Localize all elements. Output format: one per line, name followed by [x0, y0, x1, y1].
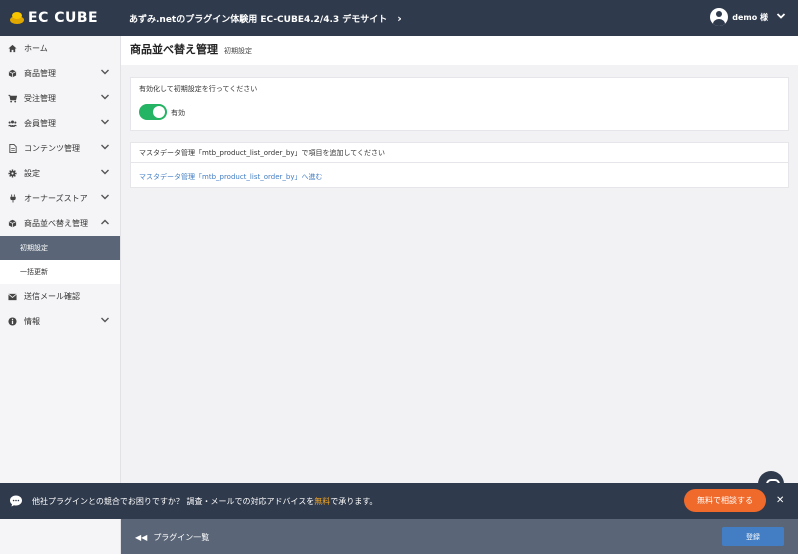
sidebar-item-info[interactable]: 情報 [0, 309, 120, 334]
sidebar-item-home[interactable]: ホーム [0, 36, 120, 61]
sidebar-item-label: 情報 [24, 317, 40, 326]
sidebar: ホーム 商品管理 受注管理 会員管理 コンテンツ管理 設定 オーナーズストア 商… [0, 36, 121, 554]
sidebar-subitem-bulk-update[interactable]: 一括更新 [0, 260, 120, 284]
sidebar-item-owners-store[interactable]: オーナーズストア [0, 186, 120, 211]
sidebar-item-label: ホーム [24, 44, 48, 53]
logo-text: EC CUBE [28, 10, 99, 26]
sidebar-item-label: 受注管理 [24, 94, 56, 103]
chevron-down-icon [100, 315, 110, 325]
chat-bubble-icon [9, 494, 23, 508]
page-title: 商品並べ替え管理 [130, 43, 218, 56]
sidebar-item-label: 送信メール確認 [24, 292, 80, 301]
user-avatar-icon [710, 8, 729, 26]
site-title-link[interactable]: あずみ.netのプラグイン体験用 EC-CUBE4.2/4.3 デモサイト [129, 12, 387, 25]
page-header: 商品並べ替え管理 初期設定 [121, 36, 798, 65]
double-arrow-left-icon: ◀◀ [135, 533, 148, 542]
init-instruction-label: 有効化して初期設定を行ってください [139, 85, 258, 93]
sidebar-item-contents[interactable]: コンテンツ管理 [0, 136, 120, 161]
sidebar-item-settings[interactable]: 設定 [0, 161, 120, 186]
chevron-down-icon [100, 167, 110, 177]
chevron-down-icon [100, 117, 110, 127]
plug-icon [8, 194, 17, 203]
sidebar-item-label: オーナーズストア [24, 194, 88, 203]
master-data-card-header: マスタデータ管理「mtb_product_list_order_by」で項目を追… [131, 143, 788, 163]
chevron-up-icon [100, 217, 110, 227]
top-header: EC CUBE あずみ.netのプラグイン体験用 EC-CUBE4.2/4.3 … [0, 0, 798, 36]
promo-text: 他社プラグインとの競合でお困りですか？ 調査・メールでの対応アドバイスを無料で承… [32, 496, 377, 507]
enable-toggle[interactable] [139, 104, 167, 120]
cube-icon [8, 219, 17, 228]
page-subtitle: 初期設定 [224, 47, 252, 55]
cart-icon [8, 94, 17, 103]
init-settings-card: 有効化して初期設定を行ってください 有効 [130, 77, 789, 131]
ec-cube-logo[interactable]: EC CUBE [0, 10, 121, 26]
promo-banner: 他社プラグインとの競合でお困りですか？ 調査・メールでの対応アドバイスを無料で承… [0, 483, 798, 519]
user-menu[interactable]: demo 様 [710, 8, 786, 26]
sidebar-item-products[interactable]: 商品管理 [0, 61, 120, 86]
cube-icon [8, 69, 17, 78]
promo-text-before: 他社プラグインとの競合でお困りですか？ 調査・メールでの対応アドバイスを [32, 496, 315, 506]
master-data-card: マスタデータ管理「mtb_product_list_order_by」で項目を追… [130, 142, 789, 188]
back-label: プラグイン一覧 [153, 533, 210, 542]
promo-text-after: で承ります。 [330, 496, 378, 506]
gear-icon [8, 169, 17, 178]
chevron-down-icon [100, 67, 110, 77]
promo-text-highlight: 無料 [314, 496, 331, 506]
register-button[interactable]: 登録 [722, 527, 784, 546]
users-icon [8, 119, 17, 128]
sidebar-item-orders[interactable]: 受注管理 [0, 86, 120, 111]
sidebar-item-label: 会員管理 [24, 119, 56, 128]
chevron-down-icon [100, 142, 110, 152]
chevron-down-icon [776, 11, 786, 24]
footer-bar: ◀◀ プラグイン一覧 登録 [121, 519, 798, 554]
chevron-down-icon [100, 192, 110, 202]
sidebar-item-mail-check[interactable]: 送信メール確認 [0, 284, 120, 309]
main-content: 商品並べ替え管理 初期設定 有効化して初期設定を行ってください 有効 マスタデー… [121, 36, 798, 554]
sidebar-item-label: 商品並べ替え管理 [24, 219, 88, 228]
enable-toggle-label: 有効 [171, 109, 185, 117]
chevron-down-icon [100, 92, 110, 102]
sidebar-item-label: コンテンツ管理 [24, 144, 80, 153]
home-icon [8, 44, 17, 53]
sidebar-item-customers[interactable]: 会員管理 [0, 111, 120, 136]
sidebar-item-label: 商品管理 [24, 69, 56, 78]
sidebar-item-product-sort[interactable]: 商品並べ替え管理 [0, 211, 120, 236]
free-consult-button[interactable]: 無料で相談する [684, 489, 766, 512]
chevron-right-icon[interactable]: › [397, 12, 402, 25]
cube-logo-icon [10, 12, 24, 24]
master-data-link[interactable]: マスタデータ管理「mtb_product_list_order_by」へ進む [139, 172, 322, 182]
back-to-plugins-link[interactable]: ◀◀ プラグイン一覧 [135, 532, 209, 543]
envelope-icon [8, 292, 17, 301]
user-name: demo 様 [732, 12, 768, 22]
info-icon [8, 317, 17, 326]
close-icon[interactable]: ✕ [776, 495, 784, 506]
document-icon [8, 144, 17, 153]
sidebar-subitem-initial-settings[interactable]: 初期設定 [0, 236, 120, 260]
sidebar-item-label: 設定 [24, 169, 40, 178]
